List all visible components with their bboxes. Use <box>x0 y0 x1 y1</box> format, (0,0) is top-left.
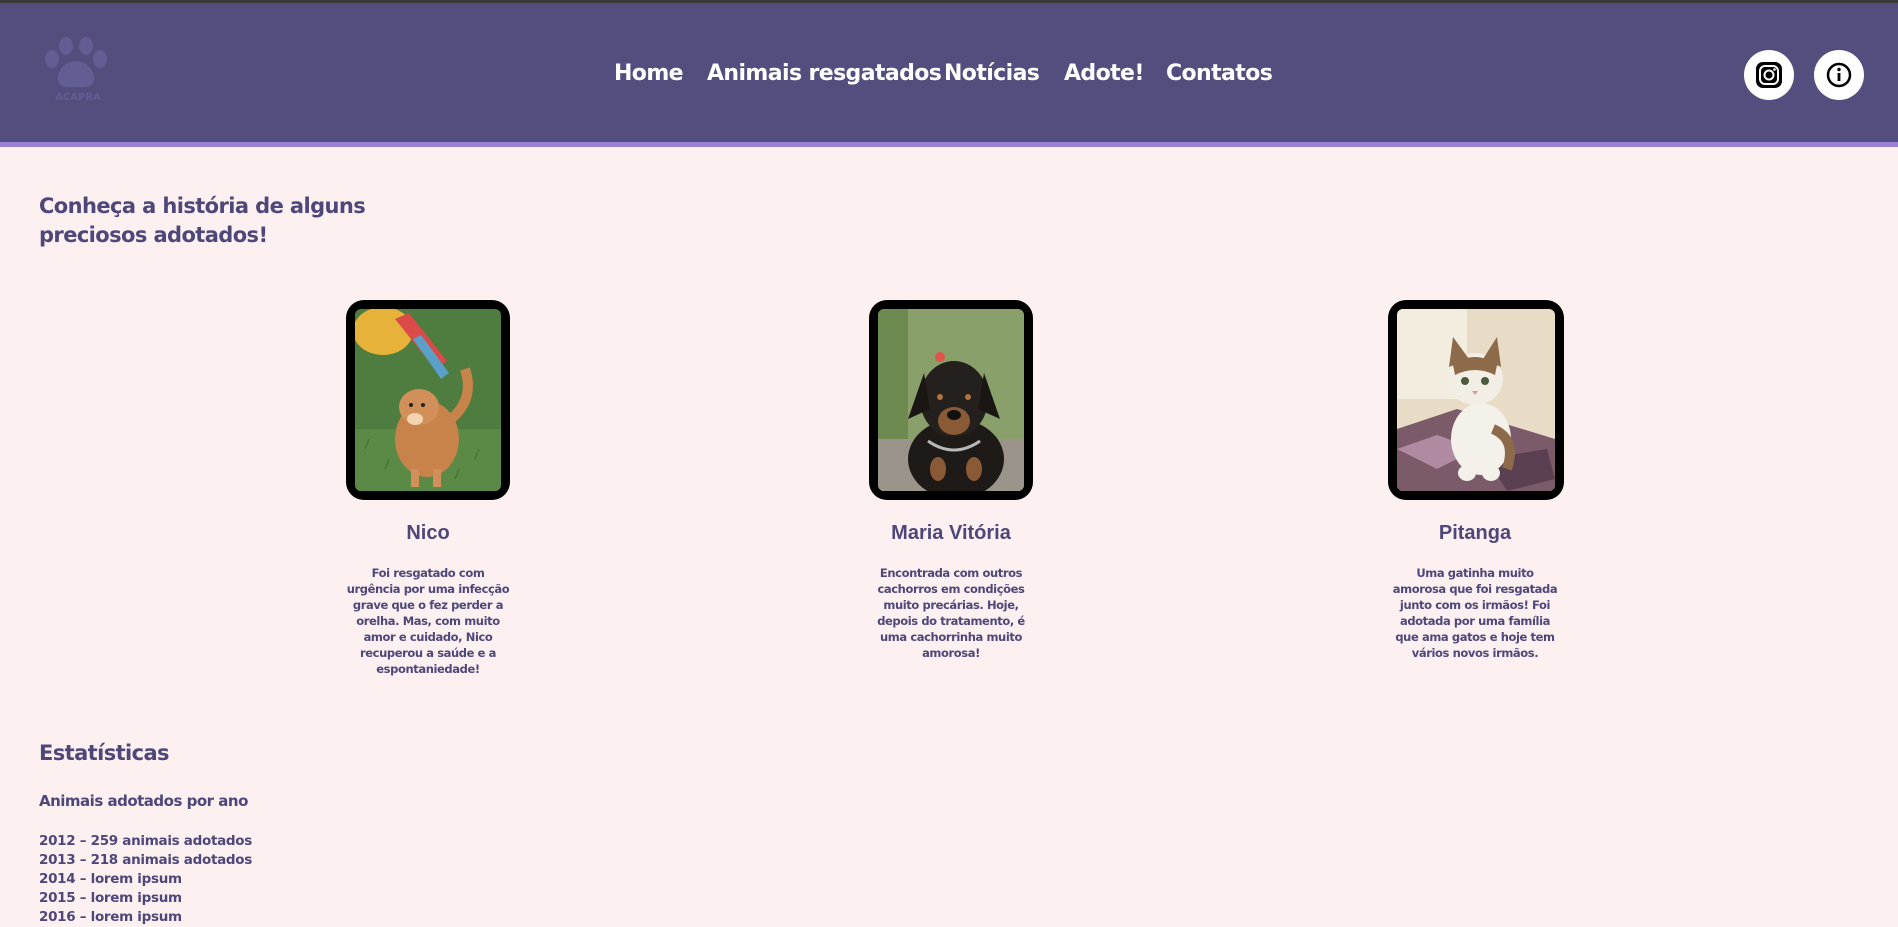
stats-subtitle: Animais adotados por ano <box>39 792 248 810</box>
pet-name: Nico <box>406 522 450 544</box>
pet-name: Pitanga <box>1438 522 1512 544</box>
info-icon <box>1826 62 1852 88</box>
page-title: Conheça a história de alguns preciosos a… <box>39 194 366 247</box>
nav-contatos[interactable]: Contatos <box>1166 61 1273 86</box>
pet-photo[interactable] <box>878 309 1024 491</box>
pet-photo[interactable] <box>355 309 501 491</box>
pet-photo[interactable] <box>1397 309 1555 491</box>
nav-animais-resgatados[interactable]: Animais resgatados <box>707 61 942 86</box>
stats-title: Estatísticas <box>39 741 170 765</box>
pet-photo-frame <box>869 300 1033 500</box>
nav-home[interactable]: Home <box>614 61 684 86</box>
stats-list: 2012 – 259 animais adotados 2013 – 218 a… <box>39 832 252 927</box>
stats-item: 2014 – lorem ipsum <box>39 871 182 887</box>
info-button[interactable] <box>1814 50 1864 100</box>
pet-photo-frame <box>346 300 510 500</box>
site-header: ACAPRA Home Animais resgatados Notícias … <box>0 0 1898 147</box>
stats-item: 2012 – 259 animais adotados <box>39 833 252 849</box>
instagram-button[interactable] <box>1744 50 1794 100</box>
stats-item: 2013 – 218 animais adotados <box>39 852 252 868</box>
main-nav: Home Animais resgatados Notícias Adote! … <box>0 61 1898 97</box>
pet-name: Maria Vitória <box>891 522 1011 544</box>
pet-description: Foi resgatado com urgência por uma infec… <box>346 566 510 676</box>
instagram-icon <box>1756 62 1782 88</box>
nav-adote[interactable]: Adote! <box>1064 61 1144 86</box>
stats-item: 2015 – lorem ipsum <box>39 890 182 906</box>
pet-photo-frame <box>1388 300 1564 500</box>
nav-noticias[interactable]: Notícias <box>944 61 1040 86</box>
pet-description: Uma gatinha muito amorosa que foi resgat… <box>1392 566 1558 660</box>
pet-description: Encontrada com outros cachorros em condi… <box>877 566 1025 660</box>
